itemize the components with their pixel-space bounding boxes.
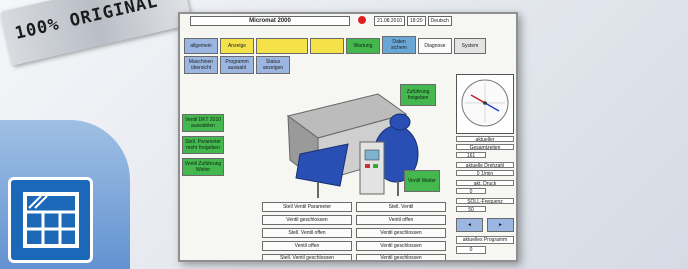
valve-grid-cell[interactable]: Ventil geschlossen (356, 241, 446, 251)
tab-allgemein[interactable]: allgemein (184, 38, 218, 54)
tab-empty-2[interactable] (310, 38, 344, 54)
valve-grid-cell[interactable]: Ventil geschlossen (356, 228, 446, 238)
tab-wartung[interactable]: Wartung (346, 38, 380, 54)
valve-grid-cell[interactable]: Stell Ventil Parameter (262, 202, 352, 212)
status-indicator-icon (358, 16, 366, 24)
subtab-status[interactable]: Status anzeigen (256, 56, 290, 74)
parameter-release-button[interactable]: Stell. Parameter mehr freigeben (182, 136, 224, 154)
hmi-screen: Micromat 2000 21.08.2010 18:20 Deutsch a… (178, 12, 518, 262)
speed-label: aktuelle Drehzahl (456, 162, 514, 169)
valve-grid-cell[interactable]: Stell. Ventil (356, 202, 446, 212)
program-value: 0 (456, 246, 486, 254)
app-logo (8, 177, 93, 263)
valve-grid-cell[interactable]: Ventil offen (356, 215, 446, 225)
top-bar: Micromat 2000 21.08.2010 18:20 Deutsch (182, 16, 516, 26)
gauge-dial-icon (461, 79, 509, 127)
speed-value: 0 1/min (456, 170, 514, 177)
tab-empty-1[interactable] (256, 38, 308, 54)
program-label: aktuelles Programm (456, 236, 514, 244)
operating-time-value: 161 (456, 152, 486, 159)
subtab-programm[interactable]: Programm auswahl (220, 56, 254, 74)
actual-label: aktueller (456, 136, 514, 143)
subtab-maschinen[interactable]: Maschinen übersicht (184, 56, 218, 74)
tab-daten-sichern[interactable]: Daten sichern (382, 36, 416, 54)
valve-select-button[interactable]: Ventil DKT 2010 auswählen (182, 114, 224, 132)
tab-diagnose[interactable]: Diagnose (418, 38, 452, 54)
language-field[interactable]: Deutsch (427, 16, 452, 26)
next-button[interactable]: ► (487, 218, 514, 232)
valve-next-button[interactable]: Ventil Weiter (404, 170, 440, 192)
feed-release-button[interactable]: Zuführung freigeben (400, 84, 436, 106)
valve-grid-cell[interactable]: Stell. Ventil offen (262, 228, 352, 238)
valve-grid-cell[interactable]: Stell. Ventil geschlossen (262, 254, 352, 260)
setpoint-label: SOLL-Frequenz (456, 198, 514, 205)
valve-grid-cell[interactable]: Ventil offen (262, 241, 352, 251)
setpoint-value: 50 (456, 206, 486, 213)
pressure-value: 0 (456, 188, 486, 195)
valve-grid-cell[interactable]: Ventil geschlossen (262, 215, 352, 225)
tab-system[interactable]: System (454, 38, 486, 54)
speed-gauge (456, 74, 514, 134)
time-field: 18:20 (407, 16, 426, 26)
date-field: 21.08.2010 (374, 16, 406, 26)
pressure-label: akt. Druck (456, 180, 514, 187)
machine-title: Micromat 2000 (190, 16, 350, 26)
tab-anzeige[interactable]: Anzeige (220, 38, 254, 54)
window-grid-icon (22, 192, 79, 248)
valve-grid-cell[interactable]: Ventil geschlossen (356, 254, 446, 260)
prev-button[interactable]: ◄ (456, 218, 483, 232)
feed-valve-button[interactable]: Ventil Zuführung Weiter (182, 158, 224, 176)
operating-time-label: Gesamtzeiten (456, 144, 514, 151)
